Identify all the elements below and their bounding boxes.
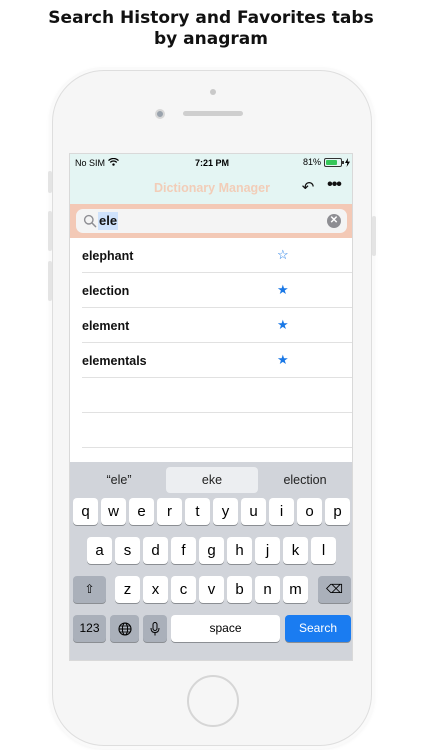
keyboard: “ele” eke election qwertyuiop asdfghjkl zx…: [70, 462, 352, 660]
battery-icon: [324, 157, 344, 167]
key-a[interactable]: a: [87, 537, 112, 564]
key-v[interactable]: v: [199, 576, 224, 603]
key-q[interactable]: q: [73, 498, 98, 525]
favorite-star-filled-icon[interactable]: ★: [277, 317, 289, 333]
key-l[interactable]: l: [311, 537, 336, 564]
more-icon: •••: [327, 176, 342, 193]
dictation-key[interactable]: [143, 615, 167, 642]
key-p[interactable]: p: [325, 498, 350, 525]
result-word: elephant: [82, 249, 134, 263]
status-bar: No SIM 7:21 PM 81%: [70, 154, 352, 172]
home-button[interactable]: [187, 675, 239, 727]
key-g[interactable]: g: [199, 537, 224, 564]
shift-key[interactable]: ⇧: [73, 576, 106, 603]
key-k[interactable]: k: [283, 537, 308, 564]
favorite-star-outline-icon[interactable]: ☆: [277, 247, 289, 263]
key-r[interactable]: r: [157, 498, 182, 525]
result-row[interactable]: elephant ☆: [82, 238, 352, 273]
search-bar: ele ✕: [70, 204, 352, 238]
key-n[interactable]: n: [255, 576, 280, 603]
microphone-icon: [150, 622, 160, 636]
app-screen: No SIM 7:21 PM 81% Dictionary Manager ↶ …: [69, 153, 353, 661]
navigation-bar: Dictionary Manager ↶ •••: [70, 172, 352, 204]
search-field[interactable]: ele ✕: [76, 209, 347, 233]
favorite-star-filled-icon[interactable]: ★: [277, 352, 289, 368]
key-h[interactable]: h: [227, 537, 252, 564]
caption-line-2: by anagram: [154, 29, 268, 49]
numbers-key[interactable]: 123: [73, 615, 106, 642]
globe-key[interactable]: [110, 615, 139, 642]
search-key[interactable]: Search: [285, 615, 351, 642]
key-c[interactable]: c: [171, 576, 196, 603]
key-z[interactable]: z: [115, 576, 140, 603]
result-row[interactable]: element ★: [82, 308, 352, 343]
undo-button[interactable]: ↶: [298, 178, 318, 198]
result-row[interactable]: election ★: [82, 273, 352, 308]
space-key[interactable]: space: [171, 615, 280, 642]
globe-icon: [117, 622, 132, 636]
undo-icon: ↶: [301, 179, 315, 196]
suggestion-bar: “ele” eke election: [70, 462, 352, 496]
key-y[interactable]: y: [213, 498, 238, 525]
empty-row: [82, 413, 352, 448]
charging-icon: [345, 157, 350, 167]
suggestion-1[interactable]: “ele”: [76, 467, 162, 493]
key-b[interactable]: b: [227, 576, 252, 603]
suggestion-2[interactable]: eke: [166, 467, 258, 493]
key-o[interactable]: o: [297, 498, 322, 525]
favorite-star-filled-icon[interactable]: ★: [277, 282, 289, 298]
key-f[interactable]: f: [171, 537, 196, 564]
key-s[interactable]: s: [115, 537, 140, 564]
result-word: element: [82, 319, 130, 333]
suggestion-3[interactable]: election: [262, 467, 348, 493]
battery-percent: 81%: [302, 157, 321, 167]
key-x[interactable]: x: [143, 576, 168, 603]
proximity-sensor: [210, 89, 216, 95]
key-d[interactable]: d: [143, 537, 168, 564]
key-u[interactable]: u: [241, 498, 266, 525]
result-word: elementals: [82, 354, 147, 368]
caption-line-1: Search History and Favorites tabs: [48, 8, 374, 28]
result-word: election: [82, 284, 130, 298]
key-t[interactable]: t: [185, 498, 210, 525]
key-j[interactable]: j: [255, 537, 280, 564]
volume-up-button: [48, 211, 52, 251]
volume-down-button: [48, 261, 52, 301]
key-m[interactable]: m: [283, 576, 308, 603]
more-button[interactable]: •••: [321, 176, 347, 198]
key-i[interactable]: i: [269, 498, 294, 525]
mute-switch: [48, 171, 52, 193]
search-icon: [83, 214, 97, 228]
key-w[interactable]: w: [101, 498, 126, 525]
result-row[interactable]: elementals ★: [82, 343, 352, 378]
battery-group: 81%: [303, 157, 350, 167]
clear-search-icon[interactable]: ✕: [327, 214, 341, 228]
earpiece-speaker: [183, 111, 243, 116]
delete-key[interactable]: ⌫: [318, 576, 351, 603]
promo-caption: Search History and Favorites tabs by ana…: [0, 8, 422, 50]
search-input[interactable]: ele: [98, 212, 119, 230]
results-list: elephant ☆ election ★ element ★ elementals ★: [82, 238, 352, 448]
front-camera: [155, 109, 165, 119]
power-button: [372, 216, 376, 256]
empty-row: [82, 378, 352, 413]
battery-fill: [326, 159, 338, 165]
key-e[interactable]: e: [129, 498, 154, 525]
